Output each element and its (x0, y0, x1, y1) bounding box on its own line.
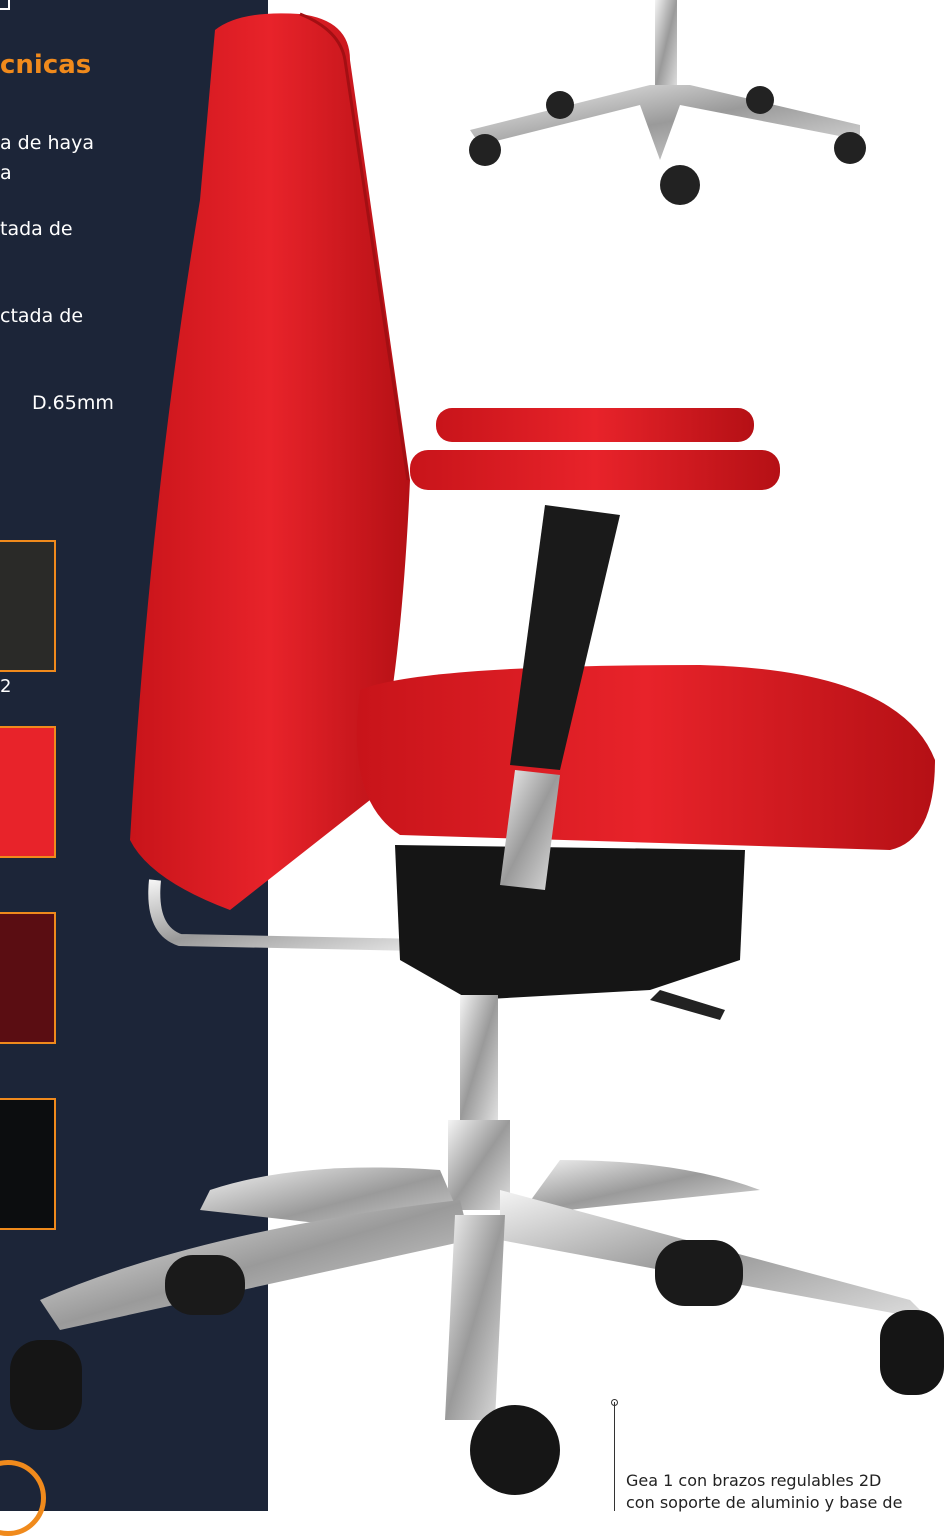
product-caption: Gea 1 con brazos regulables 2D con sopor… (626, 1470, 926, 1515)
small-chair-base (469, 0, 866, 205)
chair-seat (356, 665, 935, 850)
caption-leader-line (614, 1402, 615, 1511)
caption-line-1: Gea 1 con brazos regulables 2D (626, 1471, 882, 1490)
seat-mechanism (395, 845, 745, 1020)
caption-line-2: con soporte de aluminio y base de (626, 1493, 903, 1513)
chair-illustration (10, 0, 944, 1495)
gas-lift (460, 995, 498, 1120)
